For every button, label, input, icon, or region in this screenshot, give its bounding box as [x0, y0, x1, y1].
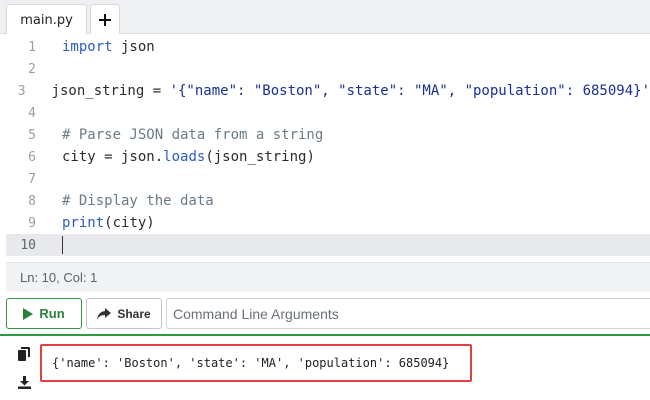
code-line[interactable]: 9 print(city)	[6, 212, 650, 234]
code-text: import json	[46, 39, 155, 55]
code-text: # Display the data	[46, 193, 214, 209]
line-number: 9	[28, 215, 36, 231]
code-line[interactable]: 1 import json	[6, 36, 650, 58]
program-output: {'name': 'Boston', 'state': 'MA', 'popul…	[52, 356, 450, 370]
code-line[interactable]: 3 json_string = '{"name": "Boston", "stat…	[6, 80, 650, 102]
code-line[interactable]: 2	[6, 58, 650, 80]
code-token: json	[112, 39, 155, 55]
code-line[interactable]: 6 city = json.loads(json_string)	[6, 146, 650, 168]
code-token: # Display the data	[62, 193, 214, 209]
code-editor[interactable]: 1 import json 2 3 json_string = '{"name": "B…	[6, 34, 650, 262]
code-line[interactable]: 5 # Parse JSON data from a string	[6, 124, 650, 146]
code-token: city = json.	[62, 149, 164, 165]
line-number: 10	[20, 237, 36, 253]
tab-bar: main.py	[0, 0, 650, 35]
code-text: # Parse JSON data from a string	[46, 127, 323, 143]
line-number: 2	[28, 61, 36, 77]
code-line[interactable]: 7	[6, 168, 650, 190]
add-tab-button[interactable]	[90, 4, 120, 34]
line-number: 3	[17, 83, 26, 99]
line-number: 7	[28, 171, 36, 187]
line-number: 4	[28, 105, 36, 121]
line-number: 8	[28, 193, 36, 209]
code-token: (city)	[104, 215, 155, 231]
code-line[interactable]: 10	[6, 234, 650, 256]
code-text	[46, 236, 63, 254]
tab-label: main.py	[20, 12, 73, 28]
code-text: print(city)	[46, 215, 155, 231]
download-output-button[interactable]	[14, 372, 34, 392]
line-number: 1	[28, 39, 36, 55]
code-text: city = json.loads(json_string)	[46, 149, 315, 165]
action-bar: Run Share	[0, 296, 650, 332]
code-token: # Parse JSON data from a string	[62, 127, 324, 143]
run-button[interactable]: Run	[6, 298, 82, 329]
play-icon	[23, 307, 34, 320]
code-token: json_string =	[51, 83, 170, 99]
line-number: 5	[28, 127, 36, 143]
status-bar: Ln: 10, Col: 1	[6, 262, 650, 292]
plus-icon	[99, 13, 111, 26]
line-number: 6	[28, 149, 36, 165]
output-highlight-box: {'name': 'Boston', 'state': 'MA', 'popul…	[40, 344, 472, 382]
share-label: Share	[117, 306, 151, 321]
code-token: loads	[163, 149, 206, 165]
share-icon	[97, 307, 112, 320]
code-line[interactable]: 8 # Display the data	[6, 190, 650, 212]
code-token: (json_string)	[205, 149, 315, 165]
code-line[interactable]: 4	[6, 102, 650, 124]
copy-icon	[18, 347, 30, 361]
tab-main-py[interactable]: main.py	[6, 4, 87, 35]
output-panel: {'name': 'Boston', 'state': 'MA', 'popul…	[0, 334, 650, 400]
cursor-position: Ln: 10, Col: 1	[20, 270, 98, 285]
code-token: import	[62, 39, 113, 55]
code-text: json_string = '{"name": "Boston", "state…	[36, 83, 650, 99]
code-token: '{"name": "Boston", "state": "MA", "popu…	[169, 83, 650, 99]
download-icon	[17, 375, 31, 389]
copy-output-button[interactable]	[14, 344, 34, 364]
code-token: print	[62, 215, 105, 231]
share-button[interactable]: Share	[86, 298, 162, 329]
run-label: Run	[39, 306, 65, 321]
command-line-arguments-input[interactable]	[166, 298, 650, 329]
text-cursor	[62, 236, 63, 254]
